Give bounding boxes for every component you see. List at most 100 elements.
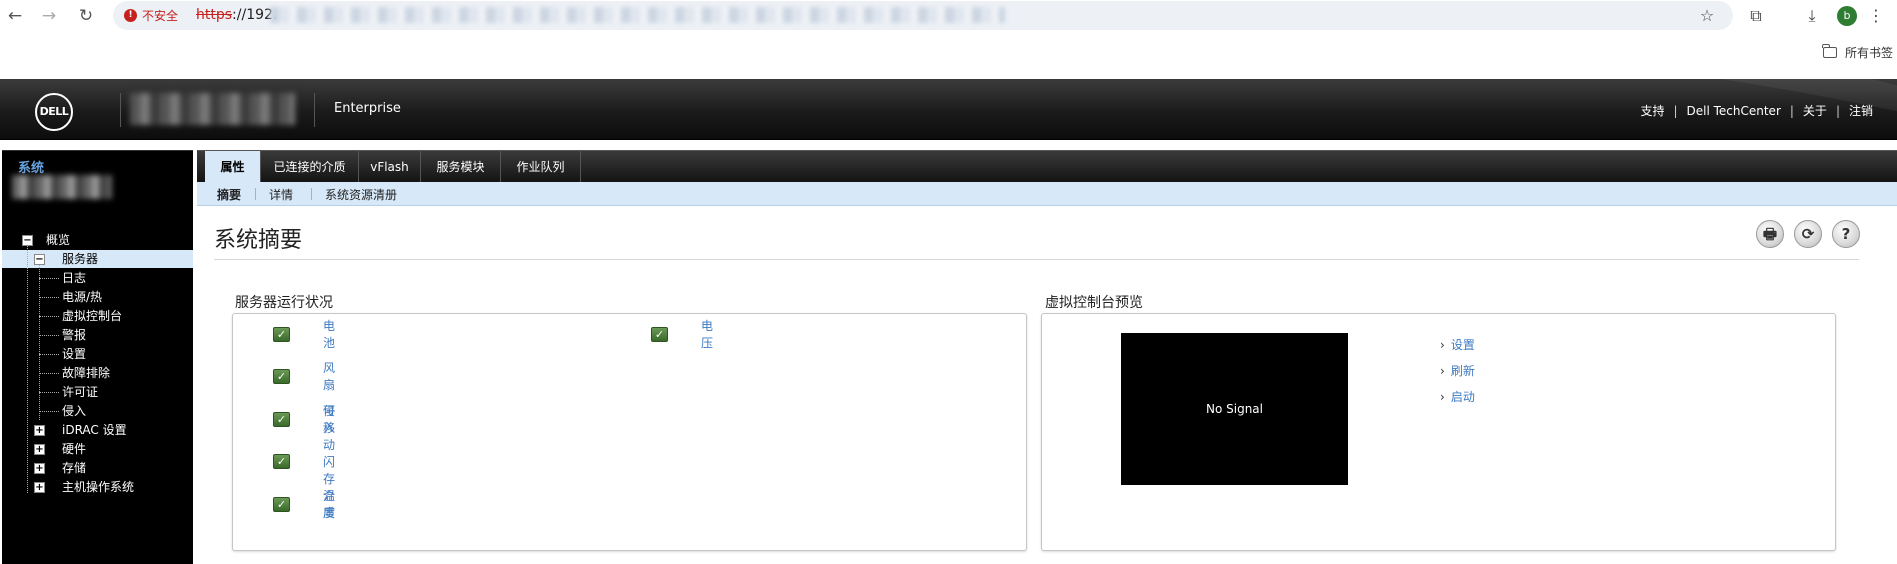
redacted-system-name [12, 175, 112, 199]
header-link[interactable]: 支持 [1640, 102, 1664, 119]
health-item: ✓ 风扇 [273, 361, 335, 392]
tree-item[interactable]: 侵入 [2, 402, 193, 420]
tab-item[interactable]: 属性 [205, 151, 261, 183]
main-tabs: 属性 已连接的介质 vFlash 服务模块 作业队列 [197, 150, 1897, 183]
url-text[interactable]: https://192. [196, 7, 277, 23]
expand-icon[interactable]: + [34, 425, 45, 436]
console-preview[interactable]: No Signal [1121, 333, 1348, 485]
console-link[interactable]: › 刷新 [1440, 362, 1475, 379]
back-icon[interactable]: ← [3, 4, 27, 28]
tree-item[interactable]: 日志 [2, 269, 193, 287]
profile-avatar[interactable]: b [1837, 6, 1857, 26]
browser-chrome: ← → ↻ ! 不安全 https://192. ☆ ⧉ ⤓ b ⋮ 所有书签 [0, 0, 1897, 72]
folder-icon [1822, 44, 1837, 58]
help-button[interactable]: ? [1832, 220, 1860, 248]
tree-item-label: 警报 [62, 328, 87, 342]
download-icon[interactable]: ⤓ [1800, 4, 1824, 28]
tree-item[interactable]: 设置 [2, 345, 193, 363]
tree-item-label: 服务器 [62, 252, 99, 266]
expand-icon[interactable]: + [34, 444, 45, 455]
status-ok-icon: ✓ [273, 368, 290, 384]
subtab-item[interactable]: 摘要 [217, 186, 241, 203]
app-header: DELL Enterprise 支持 | Dell TechCenter | 关于 | 注销 [0, 79, 1897, 140]
tree-connector [39, 335, 59, 336]
forward-icon[interactable]: → [37, 4, 61, 28]
console-section-title: 虚拟控制台预览 [1045, 295, 1143, 311]
dell-logo: DELL [35, 93, 73, 131]
tree-item[interactable]: − 概览 [2, 231, 193, 249]
extensions-icon[interactable]: ⧉ [1744, 4, 1768, 28]
chevron-right-icon: › [1440, 363, 1445, 378]
console-link-label: 启动 [1450, 390, 1475, 404]
url-scheme: https [196, 7, 233, 23]
security-chip[interactable]: ! 不安全 [124, 6, 178, 25]
tab-item[interactable]: 服务模块 [421, 151, 501, 183]
expand-icon[interactable]: + [34, 463, 45, 474]
help-icon: ? [1841, 225, 1851, 243]
header-link-separator: | [1673, 103, 1678, 118]
tree-item[interactable]: 电源/热 [2, 288, 193, 306]
console-link[interactable]: › 设置 [1440, 336, 1475, 353]
refresh-button[interactable]: ⟳ [1794, 220, 1822, 248]
sidebar-title[interactable]: 系统 [18, 157, 44, 176]
tree-connector [39, 392, 59, 393]
tree-item[interactable]: 警报 [2, 326, 193, 344]
redacted-url [270, 7, 1005, 23]
tree-item-label: 故障排除 [62, 366, 111, 380]
chevron-right-icon: › [1440, 337, 1445, 352]
tree-item[interactable]: + 主机操作系统 [2, 478, 193, 496]
console-link[interactable]: › 启动 [1440, 388, 1475, 405]
tree-connector [39, 297, 59, 298]
health-panel: ✓ 电池 ✓ 电压 ✓ 风扇 ✓ 侵入 ✓ 可移动闪存介质 ✓ 温度 [232, 313, 1027, 551]
tree-connector [39, 278, 59, 279]
collapse-icon[interactable]: − [34, 254, 45, 265]
subtab-item[interactable]: 详情 [269, 186, 293, 203]
tree-item-label: 日志 [62, 271, 87, 285]
tree-item[interactable]: 许可证 [2, 383, 193, 401]
health-item-link[interactable]: 电池 [323, 317, 335, 351]
tree-item[interactable]: − 服务器 [2, 250, 193, 268]
refresh-icon: ⟳ [1801, 225, 1815, 243]
header-divider [120, 93, 121, 127]
bookmarks-label: 所有书签 [1844, 46, 1893, 60]
page-title: 系统摘要 [214, 228, 303, 253]
header-link[interactable]: 注销 [1849, 102, 1873, 119]
tree-item[interactable]: 故障排除 [2, 364, 193, 382]
subtab-separator [311, 188, 312, 200]
bookmark-star-icon[interactable]: ☆ [1695, 4, 1719, 28]
status-ok-icon: ✓ [273, 496, 290, 512]
tree-item-label: iDRAC 设置 [62, 423, 127, 437]
status-ok-icon: ✓ [273, 411, 290, 427]
tree-connector [27, 246, 28, 493]
header-link-separator: | [1835, 103, 1840, 118]
tree-item-label: 主机操作系统 [62, 480, 135, 494]
tree-item[interactable]: + 存储 [2, 459, 193, 477]
console-link-label: 设置 [1450, 338, 1475, 352]
tree-item[interactable]: 虚拟控制台 [2, 307, 193, 325]
collapse-icon[interactable]: − [22, 235, 33, 246]
tab-item[interactable]: vFlash [359, 151, 421, 183]
tree-item[interactable]: + 硬件 [2, 440, 193, 458]
health-item-link[interactable]: 风扇 [323, 359, 335, 393]
status-ok-icon: ✓ [273, 453, 290, 469]
tree-connector [39, 354, 59, 355]
redacted-product-name [130, 93, 295, 125]
menu-kebab-icon[interactable]: ⋮ [1866, 4, 1886, 28]
expand-icon[interactable]: + [34, 482, 45, 493]
tree-item[interactable]: + iDRAC 设置 [2, 421, 193, 439]
print-button[interactable]: 🖶 [1756, 220, 1784, 248]
tab-item[interactable]: 作业队列 [501, 151, 581, 183]
tree-connector [39, 265, 40, 420]
health-item-link[interactable]: 温度 [323, 487, 335, 521]
tab-item[interactable]: 已连接的介质 [261, 151, 359, 183]
tree-item-label: 侵入 [62, 404, 87, 418]
header-link[interactable]: Dell TechCenter [1687, 104, 1781, 118]
chevron-right-icon: › [1440, 389, 1445, 404]
status-ok-icon: ✓ [651, 326, 668, 342]
header-link[interactable]: 关于 [1803, 102, 1827, 119]
subtab-item[interactable]: 系统资源清册 [325, 186, 397, 203]
health-item-link[interactable]: 电压 [701, 317, 713, 351]
bookmarks-button[interactable]: 所有书签 [1822, 44, 1893, 61]
title-divider [214, 259, 1859, 260]
reload-icon[interactable]: ↻ [74, 4, 98, 28]
